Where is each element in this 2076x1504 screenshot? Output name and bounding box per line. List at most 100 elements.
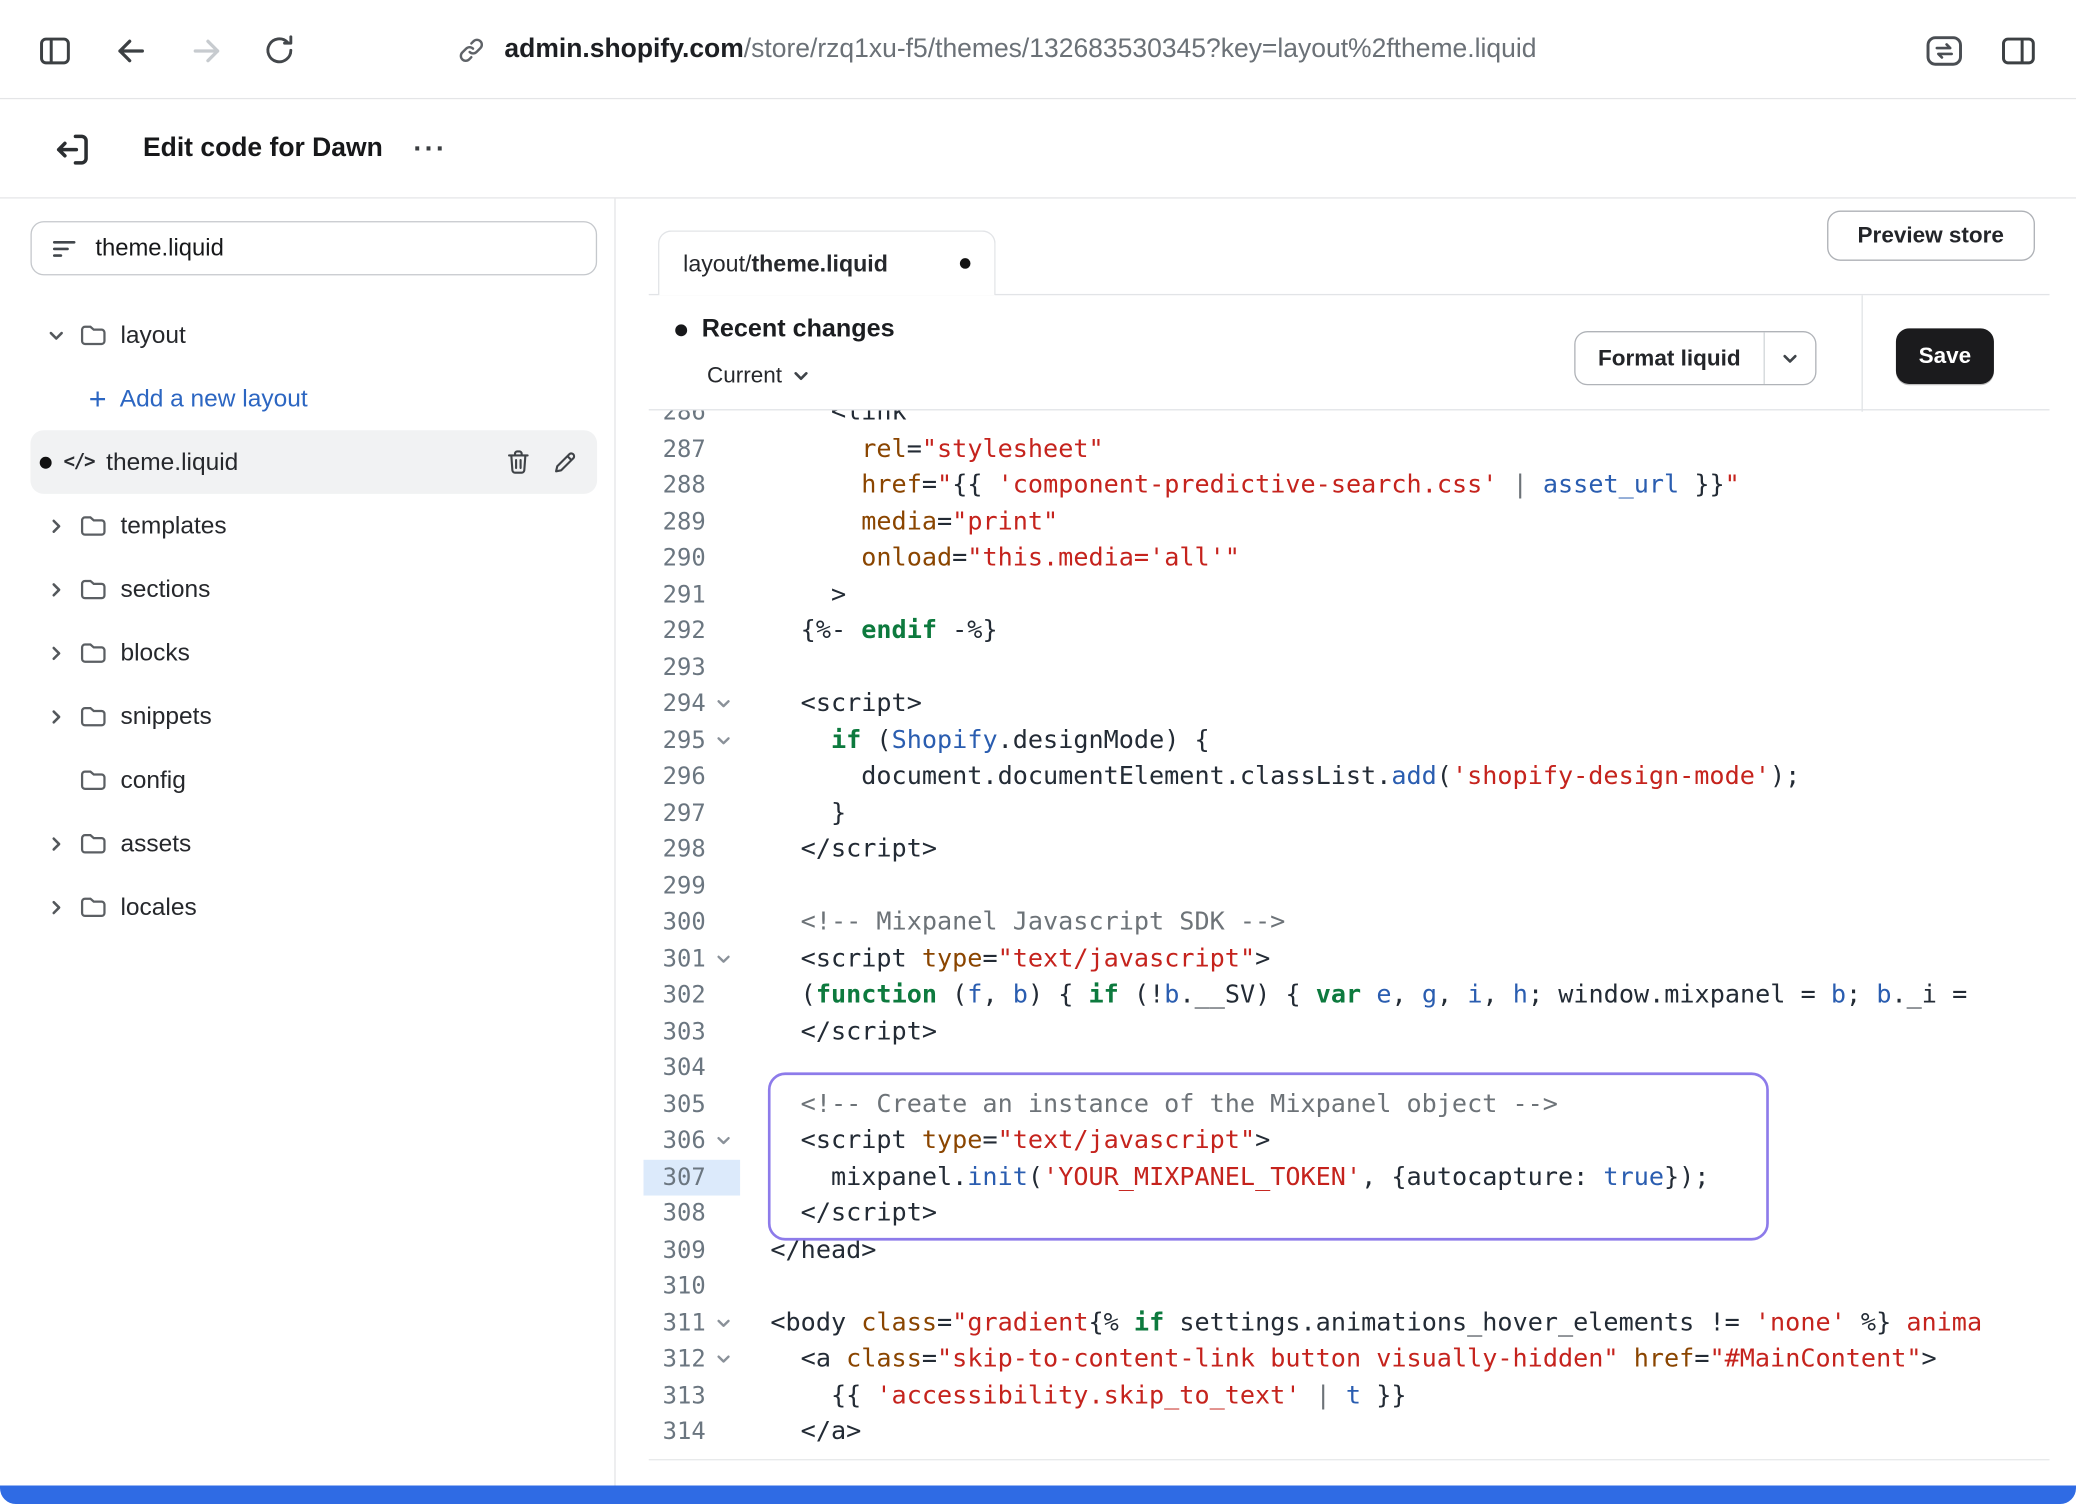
line-number: 299 (643, 868, 705, 904)
line-number: 308 (643, 1196, 705, 1232)
line-number: 289 (643, 504, 705, 540)
fold-spacer (706, 1378, 740, 1414)
code-file-icon: </> (64, 451, 95, 472)
browser-sidebar-toggle-icon[interactable] (33, 29, 75, 71)
code-line-309[interactable]: 309 </head> (643, 1232, 2049, 1268)
code-line-295[interactable]: 295 if (Shopify.designMode) { (643, 722, 2049, 758)
edit-icon[interactable] (552, 449, 577, 474)
fold-spacer (706, 1196, 740, 1232)
code-line-304[interactable]: 304 (643, 1050, 2049, 1086)
fold-spacer (706, 649, 740, 685)
sidebar-item-layout[interactable]: layout (30, 303, 597, 367)
sidebar-item-theme-liquid[interactable]: </>theme.liquid (30, 430, 597, 494)
address-bar[interactable]: admin.shopify.com/store/rzq1xu-f5/themes… (457, 0, 1537, 99)
exit-button[interactable] (50, 127, 95, 172)
code-line-302[interactable]: 302 (function (f, b) { if (!b.__SV) { va… (643, 977, 2049, 1013)
line-number: 301 (643, 941, 705, 977)
code-line-293[interactable]: 293 (643, 649, 2049, 685)
code-editor[interactable]: 286 <link287 rel="stylesheet"288 href="{… (643, 410, 2049, 1459)
code-line-303[interactable]: 303 </script> (643, 1014, 2049, 1050)
sidebar-item-label: assets (120, 829, 191, 858)
code-text: <script type="text/javascript"> (740, 1123, 1270, 1159)
more-actions-button[interactable]: ··· (404, 131, 457, 168)
chevron-right-icon[interactable] (45, 579, 66, 600)
code-line-305[interactable]: 305 <!-- Create an instance of the Mixpa… (643, 1086, 2049, 1122)
code-text: (function (f, b) { if (!b.__SV) { var e,… (740, 977, 1967, 1013)
code-line-299[interactable]: 299 (643, 868, 2049, 904)
format-liquid-button[interactable]: Format liquid (1574, 331, 1816, 385)
file-search-input[interactable] (95, 234, 576, 262)
code-line-310[interactable]: 310 (643, 1268, 2049, 1304)
code-line-298[interactable]: 298 </script> (643, 831, 2049, 867)
sidebar-item-label: sections (120, 575, 210, 604)
fold-chevron-icon[interactable] (706, 722, 740, 758)
delete-icon[interactable] (506, 449, 531, 475)
fold-spacer (706, 831, 740, 867)
code-line-312[interactable]: 312 <a class="skip-to-content-link butto… (643, 1341, 2049, 1377)
shopify-code-editor-window: admin.shopify.com/store/rzq1xu-f5/themes… (0, 0, 2076, 1504)
code-line-297[interactable]: 297 } (643, 795, 2049, 831)
sidebar-item-locales[interactable]: locales (30, 875, 597, 939)
chevron-right-icon[interactable] (45, 833, 66, 854)
code-line-292[interactable]: 292 {%- endif -%} (643, 613, 2049, 649)
code-line-289[interactable]: 289 media="print" (643, 504, 2049, 540)
sidebar-item-label: locales (120, 892, 196, 921)
sidebar-item-templates[interactable]: templates (30, 494, 597, 558)
line-number: 302 (643, 977, 705, 1013)
chevron-right-icon[interactable] (45, 642, 66, 663)
line-number: 290 (643, 540, 705, 576)
fold-spacer (706, 1159, 740, 1195)
sidebar-item-snippets[interactable]: snippets (30, 684, 597, 748)
chevron-down-icon[interactable] (45, 324, 66, 345)
code-line-306[interactable]: 306 <script type="text/javascript"> (643, 1123, 2049, 1159)
chevron-right-icon[interactable] (45, 706, 66, 727)
fold-chevron-icon[interactable] (706, 1305, 740, 1341)
plus-icon: + (89, 383, 107, 413)
code-line-294[interactable]: 294 <script> (643, 686, 2049, 722)
code-line-290[interactable]: 290 onload="this.media='all'" (643, 540, 2049, 576)
code-line-314[interactable]: 314 </a> (643, 1414, 2049, 1450)
code-line-311[interactable]: 311 <body class="gradient{% if settings.… (643, 1305, 2049, 1341)
reload-icon[interactable] (258, 29, 300, 71)
code-line-308[interactable]: 308 </script> (643, 1196, 2049, 1232)
code-line-287[interactable]: 287 rel="stylesheet" (643, 431, 2049, 467)
sidebar-item-assets[interactable]: assets (30, 812, 597, 876)
fold-chevron-icon[interactable] (706, 941, 740, 977)
extensions-icon[interactable] (1922, 29, 1964, 71)
fold-spacer (706, 1086, 740, 1122)
fold-chevron-icon[interactable] (706, 1341, 740, 1377)
url-host: admin.shopify.com (504, 34, 743, 63)
fold-chevron-icon[interactable] (706, 686, 740, 722)
sidebar-item-config[interactable]: config (30, 748, 597, 812)
tab-theme-liquid[interactable]: layout/theme.liquid (658, 230, 996, 295)
code-line-291[interactable]: 291 > (643, 577, 2049, 613)
code-line-313[interactable]: 313 {{ 'accessibility.skip_to_text' | t … (643, 1378, 2049, 1414)
code-line-301[interactable]: 301 <script type="text/javascript"> (643, 941, 2049, 977)
sidebar-item-add-new-layout[interactable]: +Add a new layout (30, 367, 597, 431)
code-line-288[interactable]: 288 href="{{ 'component-predictive-searc… (643, 467, 2049, 503)
split-view-icon[interactable] (1997, 29, 2039, 71)
folder-icon (79, 577, 107, 601)
save-button[interactable]: Save (1896, 328, 1994, 384)
code-line-286[interactable]: 286 <link (643, 410, 2049, 431)
file-search-box[interactable] (30, 221, 597, 275)
code-line-307[interactable]: 307 mixpanel.init('YOUR_MIXPANEL_TOKEN',… (643, 1159, 2049, 1195)
header-divider (1862, 295, 1863, 412)
code-line-300[interactable]: 300 <!-- Mixpanel Javascript SDK --> (643, 904, 2049, 940)
folder-icon (79, 831, 107, 855)
sidebar-item-sections[interactable]: sections (30, 557, 597, 621)
code-line-296[interactable]: 296 document.documentElement.classList.a… (643, 759, 2049, 795)
sidebar-item-blocks[interactable]: blocks (30, 621, 597, 685)
preview-store-button[interactable]: Preview store (1827, 211, 2034, 261)
chevron-right-icon[interactable] (45, 515, 66, 536)
fold-spacer (706, 431, 740, 467)
version-selector[interactable]: Current (707, 363, 810, 389)
format-options-chevron[interactable] (1764, 332, 1814, 384)
back-icon[interactable] (109, 29, 151, 71)
code-text: {{ 'accessibility.skip_to_text' | t }} (740, 1378, 1406, 1414)
chevron-right-icon[interactable] (45, 896, 66, 917)
forward-icon[interactable] (185, 29, 227, 71)
fold-chevron-icon[interactable] (706, 1123, 740, 1159)
code-text: <script type="text/javascript"> (740, 941, 1270, 977)
line-number: 309 (643, 1232, 705, 1268)
